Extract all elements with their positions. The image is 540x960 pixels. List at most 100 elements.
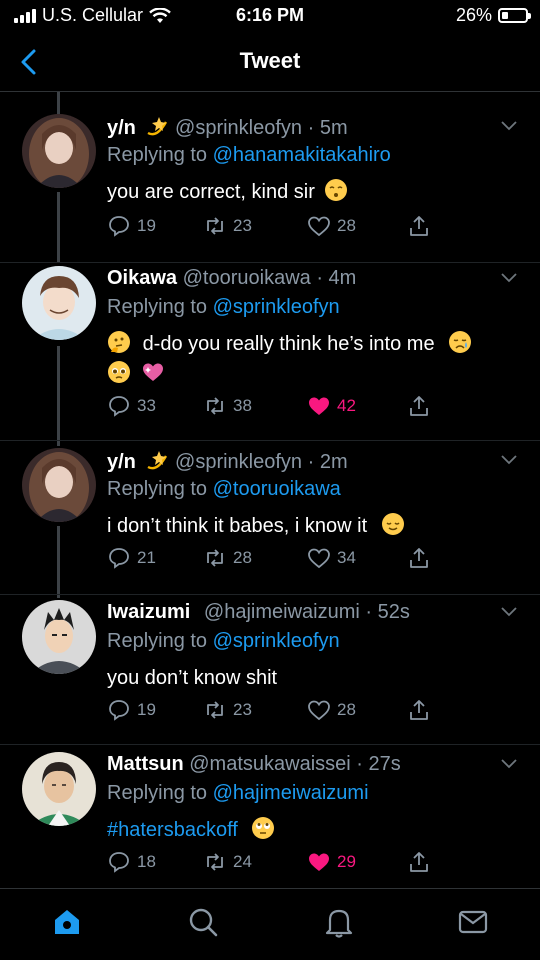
reply-mention-link[interactable]: @tooruoikawa — [213, 478, 341, 500]
retweet-button[interactable]: 38 — [203, 394, 252, 418]
tweet-divider — [0, 440, 540, 441]
like-button[interactable]: 42 — [307, 394, 356, 418]
like-count: 42 — [337, 396, 356, 415]
tweet-actions: 19 23 28 — [107, 698, 527, 726]
tweet-body: you are correct, kind sir — [107, 181, 315, 203]
share-button[interactable] — [407, 214, 431, 238]
retweet-button[interactable]: 23 — [203, 698, 252, 722]
reply-mention-link[interactable]: @sprinkleofyn — [213, 296, 340, 318]
search-icon[interactable] — [186, 905, 220, 939]
retweet-icon — [207, 549, 223, 567]
handle[interactable]: @hajimeiwaizumi — [204, 601, 360, 623]
handle[interactable]: @sprinkleofyn — [175, 451, 302, 473]
like-button[interactable]: 34 — [307, 546, 356, 570]
retweet-button[interactable]: 24 — [203, 850, 252, 874]
chevron-down-icon[interactable] — [500, 268, 518, 286]
tweet-text: you are correct, kind sir — [107, 177, 517, 207]
nav-header: Tweet — [0, 34, 540, 92]
reply-button[interactable]: 33 — [107, 394, 156, 418]
share-button[interactable] — [407, 394, 431, 418]
thinking-face-emoji — [107, 330, 131, 354]
share-icon — [410, 548, 428, 568]
thread-line — [57, 192, 60, 262]
reply-button[interactable]: 18 — [107, 850, 156, 874]
battery-icon — [498, 8, 531, 23]
tweet-divider — [0, 594, 540, 595]
reply-count: 21 — [137, 548, 156, 567]
avatar[interactable] — [22, 266, 96, 340]
thread-line — [57, 92, 60, 114]
avatar[interactable] — [22, 448, 96, 522]
reply-button[interactable]: 19 — [107, 214, 156, 238]
display-name[interactable]: Oikawa — [107, 267, 177, 289]
like-button[interactable]: 28 — [307, 698, 356, 722]
reply-count: 19 — [137, 216, 156, 235]
like-button[interactable]: 28 — [307, 214, 356, 238]
retweet-icon — [207, 397, 223, 415]
display-name[interactable]: Mattsun — [107, 753, 184, 775]
display-name[interactable]: Iwaizumi — [107, 601, 190, 623]
replying-to: Replying to @sprinkleofyn — [107, 629, 340, 653]
reply-button[interactable]: 21 — [107, 546, 156, 570]
avatar[interactable] — [22, 600, 96, 674]
dizzy-emoji — [145, 114, 169, 138]
thread-line — [57, 526, 60, 598]
like-count: 34 — [337, 548, 356, 567]
tweet-divider — [0, 262, 540, 263]
tweet-text: d-do you really think he’s into me — [107, 329, 517, 389]
avatar[interactable] — [22, 114, 96, 188]
share-button[interactable] — [407, 546, 431, 570]
messages-icon[interactable] — [456, 905, 490, 939]
replying-to: Replying to @sprinkleofyn — [107, 295, 340, 319]
retweet-button[interactable]: 23 — [203, 214, 252, 238]
reply-icon — [109, 548, 129, 569]
dizzy-emoji — [145, 448, 169, 472]
notifications-icon[interactable] — [322, 905, 356, 939]
display-name[interactable]: y/n — [107, 451, 136, 473]
reply-icon — [109, 852, 129, 873]
chevron-down-icon[interactable] — [500, 602, 518, 620]
retweet-icon — [207, 853, 223, 871]
avatar[interactable] — [22, 752, 96, 826]
chevron-down-icon[interactable] — [500, 754, 518, 772]
like-count: 28 — [337, 216, 356, 235]
like-count: 29 — [337, 852, 356, 871]
share-icon — [410, 852, 428, 872]
reply-mention-link[interactable]: @sprinkleofyn — [213, 630, 340, 652]
chevron-down-icon[interactable] — [500, 116, 518, 134]
replying-to: Replying to @hajimeiwaizumi — [107, 781, 369, 805]
heart-filled-icon — [309, 397, 329, 415]
replying-to: Replying to @tooruoikawa — [107, 477, 341, 501]
handle[interactable]: @matsukawaissei — [189, 753, 350, 775]
retweet-button[interactable]: 28 — [203, 546, 252, 570]
tweet-body: d-do you really think he’s into me — [142, 333, 435, 355]
share-button[interactable] — [407, 850, 431, 874]
heart-filled-icon — [309, 853, 329, 871]
display-name[interactable]: y/n — [107, 117, 136, 139]
reply-mention-link[interactable]: @hajimeiwaizumi — [213, 782, 369, 804]
reply-icon — [109, 396, 129, 417]
chevron-down-icon[interactable] — [500, 450, 518, 468]
replying-to: Replying to @hanamakitakahiro — [107, 143, 391, 167]
page-title: Tweet — [239, 48, 301, 73]
sparkling-heart-emoji — [141, 360, 165, 384]
reply-icon — [109, 700, 129, 721]
reply-button[interactable]: 19 — [107, 698, 156, 722]
reply-icon — [109, 216, 129, 237]
heart-icon — [308, 700, 330, 721]
replying-prefix: Replying to — [107, 782, 208, 804]
share-button[interactable] — [407, 698, 431, 722]
like-button[interactable]: 29 — [307, 850, 356, 874]
battery-percent: 26% — [455, 5, 492, 25]
tweet-actions: 19 23 28 — [107, 214, 527, 242]
handle[interactable]: @sprinkleofyn — [175, 117, 302, 139]
retweet-count: 23 — [233, 700, 252, 719]
reply-mention-link[interactable]: @hanamakitakahiro — [213, 144, 391, 166]
handle[interactable]: @tooruoikawa — [183, 267, 311, 289]
home-icon[interactable] — [50, 905, 84, 939]
tweet-header: y/n @sprinkleofyn · 5m — [107, 114, 348, 140]
relieved-face-emoji — [381, 512, 405, 536]
heart-icon — [308, 216, 330, 237]
share-icon — [410, 700, 428, 720]
hashtag-link[interactable]: #hatersbackoff — [107, 819, 238, 841]
